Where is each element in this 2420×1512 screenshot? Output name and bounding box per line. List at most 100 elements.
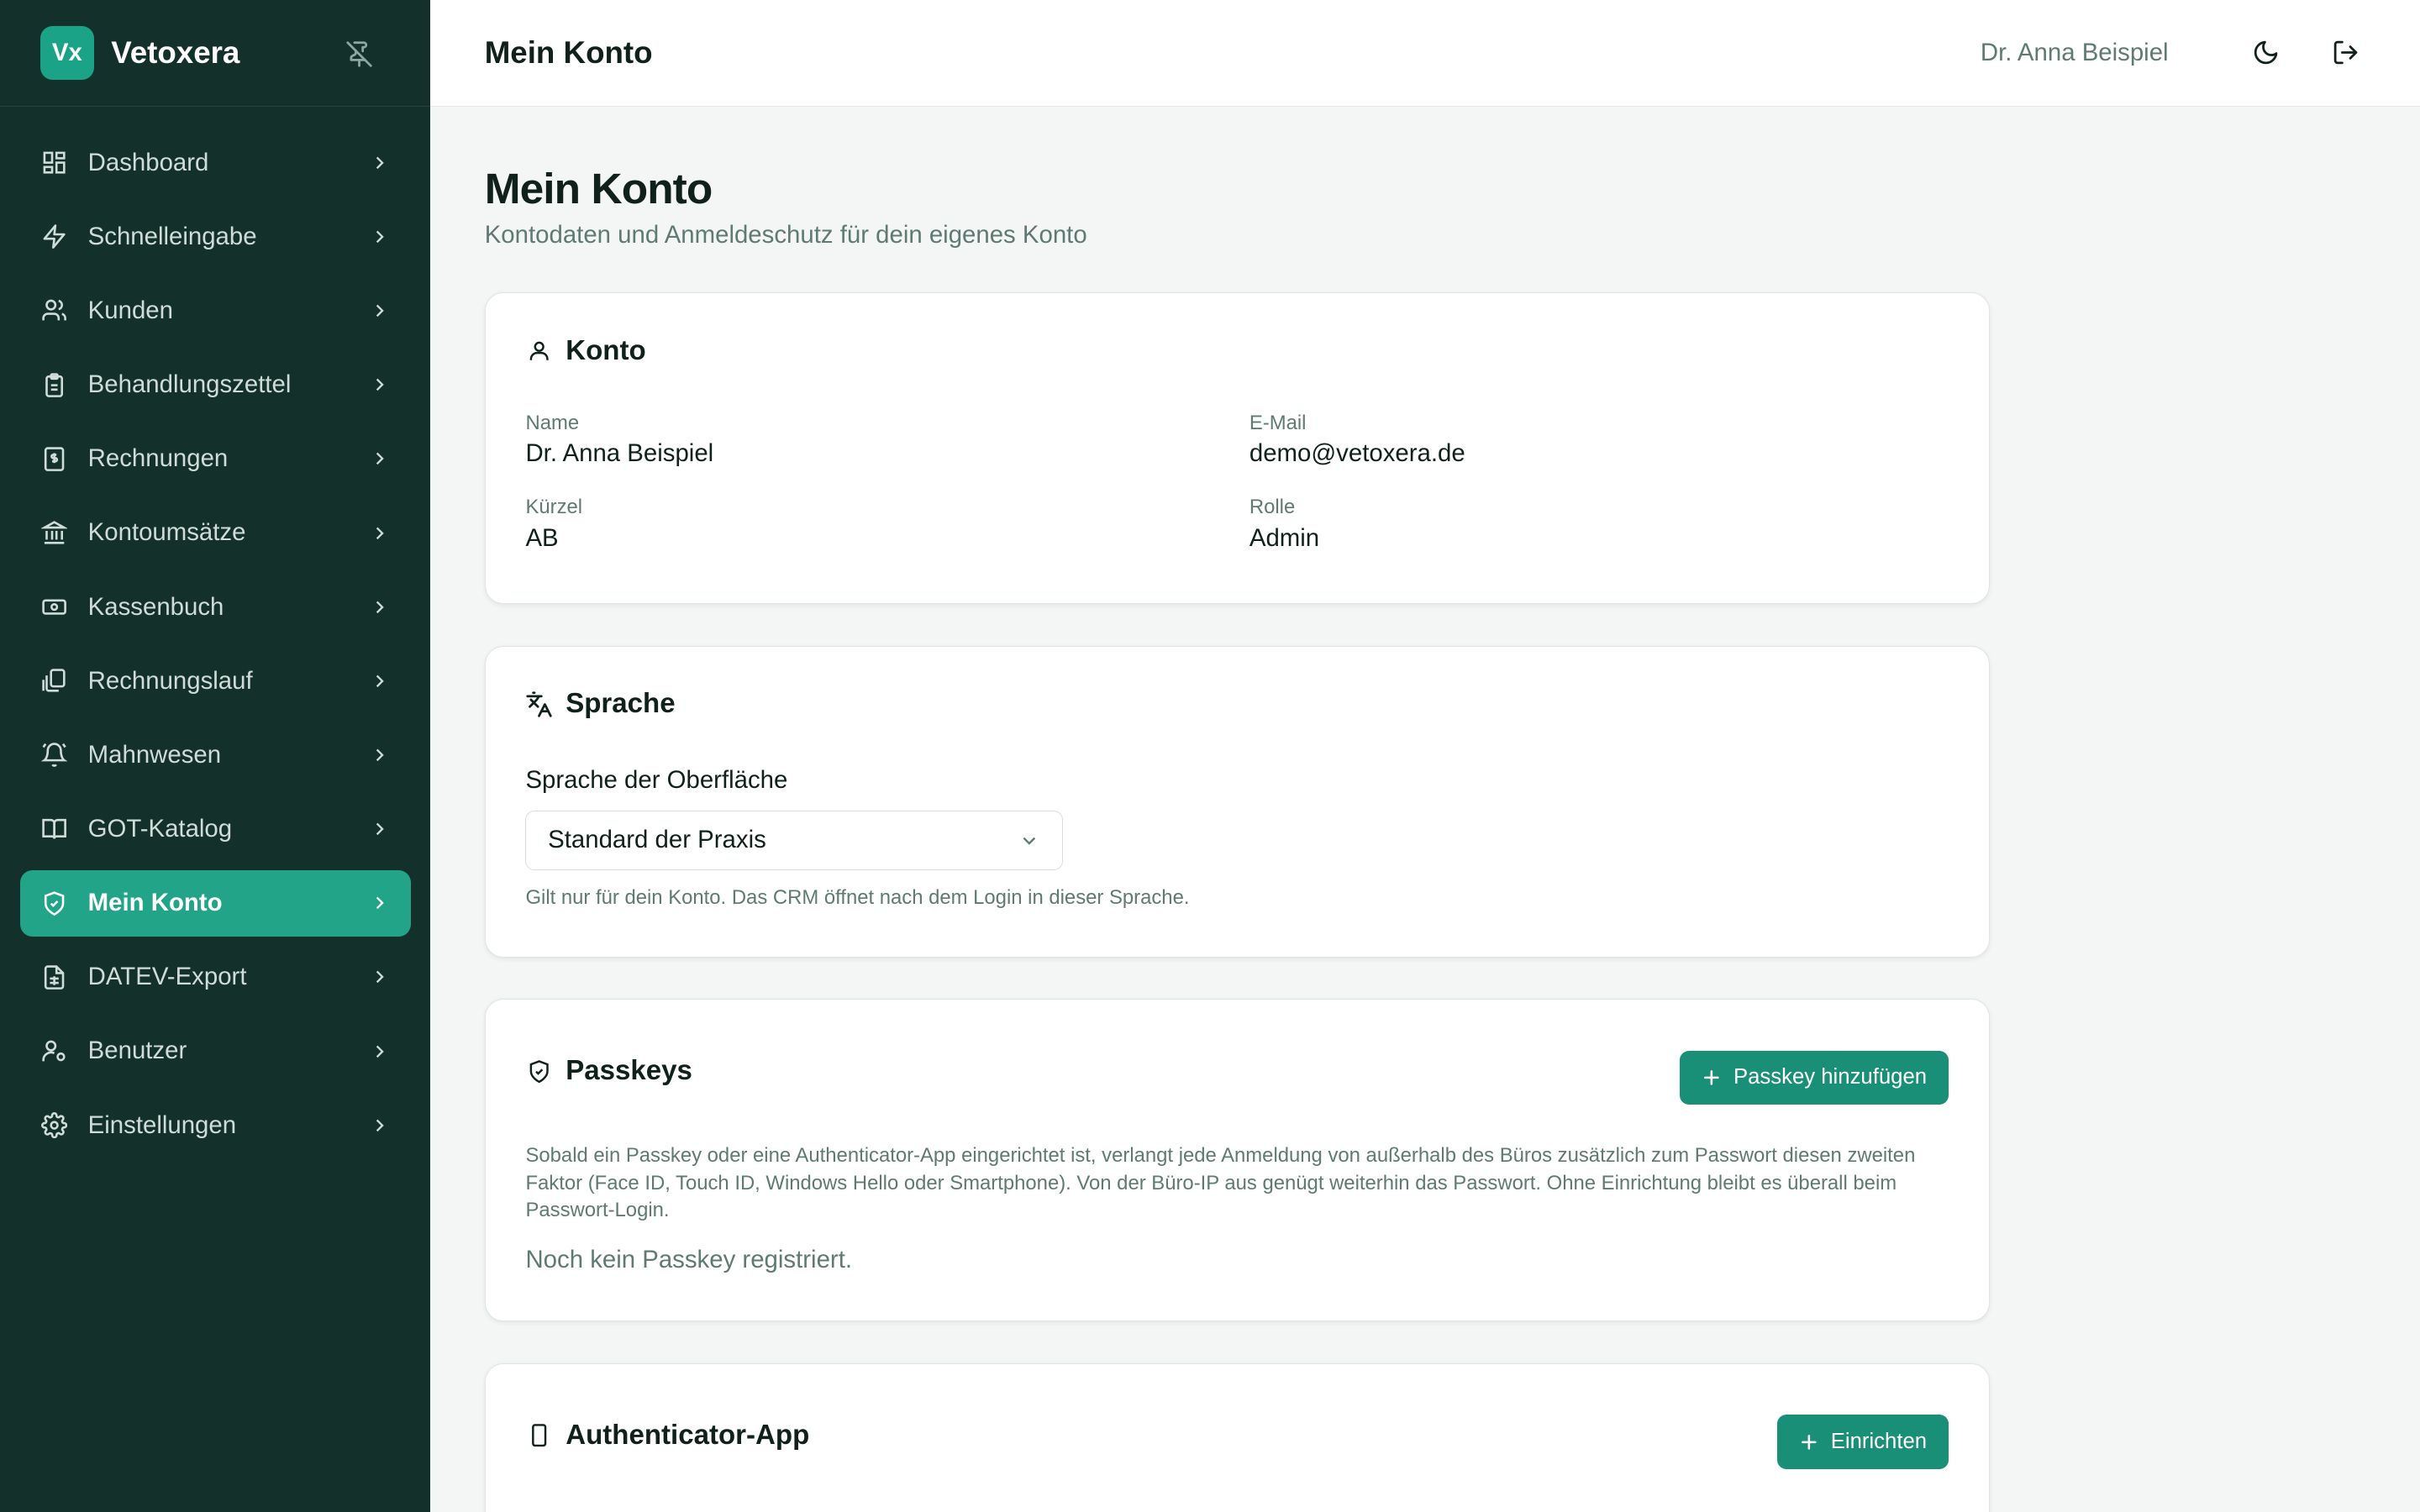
sidebar-item-got-katalog[interactable]: GOT-Katalog bbox=[20, 796, 411, 863]
logout-icon bbox=[2334, 41, 2358, 65]
sidebar-item-benutzer[interactable]: Benutzer bbox=[20, 1018, 411, 1084]
chevron-right-icon bbox=[367, 669, 392, 693]
account-card-title: Konto bbox=[566, 334, 646, 366]
unpin-sidebar-button[interactable] bbox=[343, 37, 376, 71]
clipboard-icon bbox=[40, 371, 68, 399]
spreadsheet-icon bbox=[40, 963, 68, 991]
bank-icon bbox=[40, 519, 68, 547]
user-icon bbox=[525, 337, 553, 365]
brand-logo: Vx bbox=[39, 25, 95, 80]
sidebar-item-rechnungslauf[interactable]: Rechnungslauf bbox=[20, 648, 411, 714]
add-passkey-label: Passkey hinzufügen bbox=[1733, 1065, 1928, 1089]
bell-icon bbox=[40, 741, 68, 769]
chevron-right-icon bbox=[367, 372, 392, 396]
plus-icon bbox=[1701, 1067, 1723, 1089]
sidebar-item-kunden[interactable]: Kunden bbox=[20, 278, 411, 344]
moon-icon bbox=[2254, 41, 2278, 65]
dashboard-icon bbox=[40, 149, 68, 176]
email-label: E-Mail bbox=[1249, 411, 1307, 434]
language-card-title: Sprache bbox=[566, 688, 676, 720]
passkeys-empty-state: Noch kein Passkey registriert. bbox=[525, 1245, 853, 1273]
name-field: Name Dr. Anna Beispiel bbox=[525, 412, 1249, 469]
role-field: Rolle Admin bbox=[1249, 496, 1949, 553]
invoice-icon bbox=[40, 445, 68, 473]
role-label: Rolle bbox=[1249, 496, 1296, 519]
sidebar-item-mein-konto[interactable]: Mein Konto bbox=[19, 869, 411, 937]
role-value: Admin bbox=[1249, 523, 1320, 552]
language-hint: Gilt nur für dein Konto. Das CRM öffnet … bbox=[525, 885, 1190, 909]
chevron-right-icon bbox=[367, 298, 392, 323]
sidebar-item-label: Mein Konto bbox=[87, 889, 223, 917]
chevron-right-icon bbox=[367, 595, 392, 619]
sidebar-item-label: Rechnungen bbox=[87, 444, 229, 473]
page-title: Mein Konto bbox=[484, 163, 713, 213]
setup-authenticator-button[interactable]: Einrichten bbox=[1776, 1415, 1949, 1469]
chevron-down-icon bbox=[1023, 837, 1036, 845]
language-select-value: Standard der Praxis bbox=[548, 826, 766, 854]
chevron-right-icon bbox=[367, 224, 392, 249]
sidebar-item-label: DATEV-Export bbox=[87, 963, 247, 991]
plus-icon bbox=[1798, 1431, 1820, 1453]
sidebar-item-label: Behandlungszettel bbox=[87, 370, 292, 399]
sidebar-item-rechnungen[interactable]: Rechnungen bbox=[20, 426, 411, 492]
sidebar-item-behandlungszettel[interactable]: Behandlungszettel bbox=[20, 352, 411, 418]
copy-stack-icon bbox=[40, 667, 68, 695]
sidebar-item-kassenbuch[interactable]: Kassenbuch bbox=[20, 574, 411, 640]
topbar-title: Mein Konto bbox=[484, 34, 653, 70]
language-select[interactable]: Standard der Praxis bbox=[525, 810, 1063, 871]
logout-button[interactable] bbox=[2326, 33, 2366, 73]
chevron-right-icon bbox=[367, 743, 392, 767]
pin-off-icon bbox=[346, 41, 373, 67]
chevron-right-icon bbox=[367, 965, 392, 990]
gear-icon bbox=[40, 1111, 68, 1139]
email-value: demo@vetoxera.de bbox=[1249, 439, 1465, 468]
sidebar-item-kontoumsaetze[interactable]: Kontoumsätze bbox=[20, 500, 411, 566]
sidebar-item-label: Rechnungslauf bbox=[87, 666, 253, 695]
current-user-name[interactable]: Dr. Anna Beispiel bbox=[1981, 39, 2169, 67]
passkeys-card-title: Passkeys bbox=[566, 1055, 692, 1087]
sidebar-item-label: Benutzer bbox=[87, 1037, 187, 1065]
sidebar-item-einstellungen[interactable]: Einstellungen bbox=[20, 1092, 411, 1158]
chevron-right-icon bbox=[367, 890, 392, 915]
translate-icon bbox=[525, 690, 553, 718]
smartphone-icon bbox=[525, 1421, 553, 1449]
sidebar-item-label: Kassenbuch bbox=[87, 592, 224, 621]
brand: Vx Vetoxera bbox=[0, 0, 431, 107]
sidebar-item-label: Schnelleingabe bbox=[87, 222, 257, 250]
authenticator-card: Authenticator-App Einrichten bbox=[484, 1362, 1990, 1512]
email-field: E-Mail demo@vetoxera.de bbox=[1249, 412, 1949, 469]
brand-name: Vetoxera bbox=[111, 34, 240, 70]
add-passkey-button[interactable]: Passkey hinzufügen bbox=[1679, 1050, 1949, 1105]
sidebar-item-label: Einstellungen bbox=[87, 1110, 237, 1139]
chevron-right-icon bbox=[367, 150, 392, 175]
short-field: Kürzel AB bbox=[525, 496, 1249, 553]
sidebar-item-datev-export[interactable]: DATEV-Export bbox=[20, 944, 411, 1011]
sidebar-item-label: Kontoumsätze bbox=[87, 518, 246, 547]
sidebar-item-mahnwesen[interactable]: Mahnwesen bbox=[20, 722, 411, 788]
sidebar: Vx Vetoxera Dashboard Schnelleingabe Kun… bbox=[0, 0, 431, 1512]
language-card: Sprache Sprache der Oberfläche Standard … bbox=[484, 645, 1990, 958]
cash-icon bbox=[40, 593, 68, 621]
topbar: Mein Konto Dr. Anna Beispiel bbox=[430, 0, 2420, 107]
lightning-icon bbox=[40, 223, 68, 250]
chevron-right-icon bbox=[367, 521, 392, 545]
chevron-right-icon bbox=[367, 1113, 392, 1137]
sidebar-item-schnelleingabe[interactable]: Schnelleingabe bbox=[20, 203, 411, 270]
chevron-right-icon bbox=[367, 1039, 392, 1063]
sidebar-nav: Dashboard Schnelleingabe Kunden Behandlu… bbox=[0, 107, 430, 1189]
theme-toggle-button[interactable] bbox=[2245, 33, 2286, 73]
shield-icon bbox=[40, 890, 68, 917]
chevron-right-icon bbox=[367, 816, 392, 841]
name-label: Name bbox=[525, 411, 580, 434]
sidebar-item-dashboard[interactable]: Dashboard bbox=[20, 129, 411, 196]
sidebar-item-label: GOT-Katalog bbox=[87, 815, 233, 843]
account-card: Konto Name Dr. Anna Beispiel E-Mail demo… bbox=[484, 292, 1990, 605]
book-icon bbox=[40, 815, 68, 843]
name-value: Dr. Anna Beispiel bbox=[525, 439, 714, 468]
chevron-right-icon bbox=[367, 447, 392, 471]
passkeys-card: Passkeys Passkey hinzufügen Sobald ein P… bbox=[484, 999, 1990, 1322]
short-label: Kürzel bbox=[525, 496, 583, 519]
short-value: AB bbox=[525, 523, 559, 552]
language-select-label: Sprache der Oberfläche bbox=[525, 766, 788, 795]
authenticator-card-title: Authenticator-App bbox=[566, 1419, 810, 1451]
